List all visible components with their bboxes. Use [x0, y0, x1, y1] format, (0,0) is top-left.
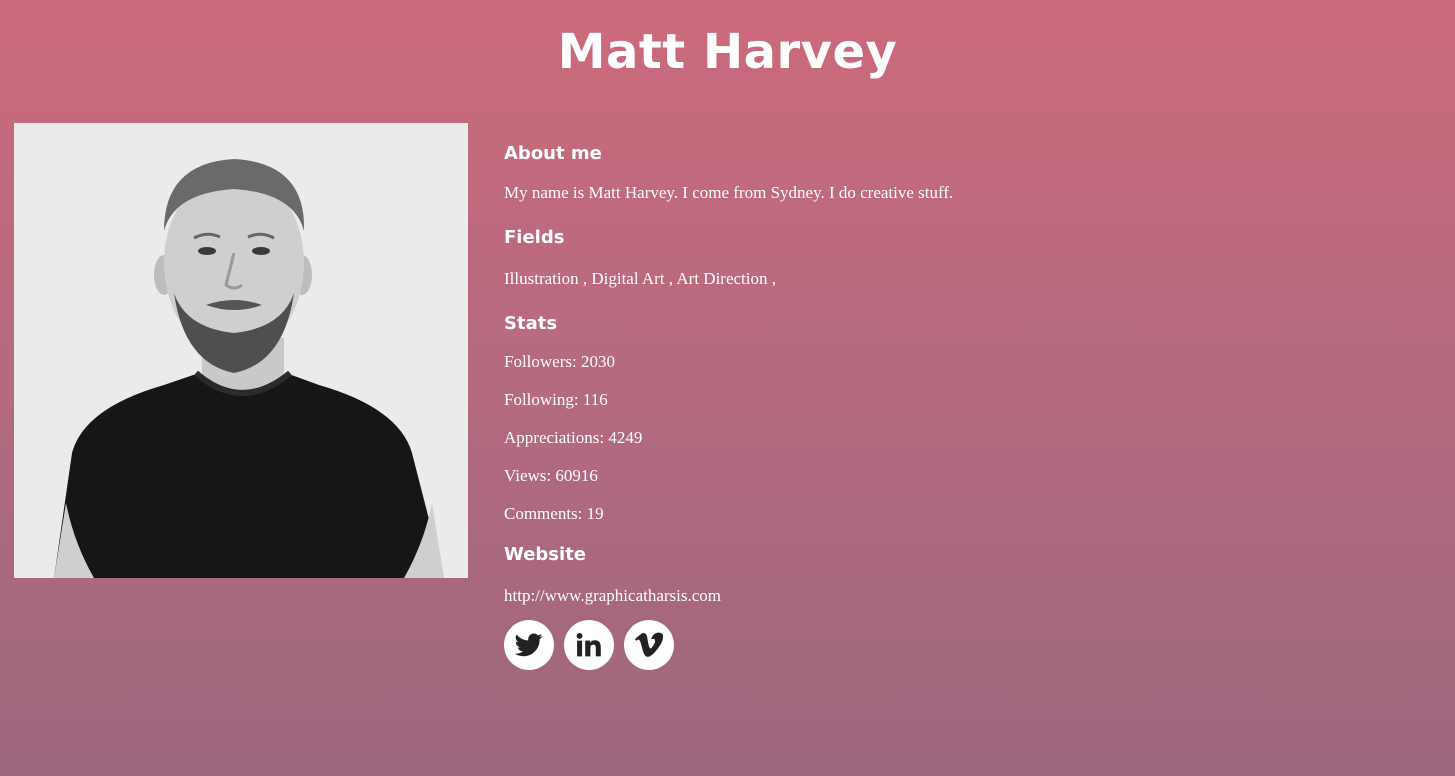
stat-appreciations: Appreciations: 4249: [504, 428, 643, 447]
field-item: Digital Art: [591, 269, 665, 288]
stat-views: Views: 60916: [504, 466, 598, 485]
website-line: http://www.graphicatharsis.com: [504, 585, 1404, 607]
twitter-icon: [515, 633, 543, 657]
twitter-button[interactable]: [504, 620, 554, 670]
stats-heading: Stats: [504, 313, 558, 334]
vimeo-button[interactable]: [624, 620, 674, 670]
profile-details: About me My name is Matt Harvey. I come …: [504, 140, 1404, 670]
field-separator: ,: [664, 269, 677, 288]
page-title: Matt Harvey: [557, 24, 898, 80]
linkedin-icon: [576, 632, 601, 657]
field-separator: ,: [767, 269, 781, 288]
field-item: Art Direction: [676, 269, 768, 288]
profile-photo: [14, 123, 468, 578]
about-heading: About me: [504, 143, 602, 164]
social-links: [504, 620, 1404, 670]
website-link[interactable]: http://www.graphicatharsis.com: [504, 586, 721, 605]
field-item: Illustration: [504, 269, 579, 288]
stat-following: Following: 116: [504, 390, 608, 409]
field-separator: ,: [578, 269, 592, 288]
linkedin-button[interactable]: [564, 620, 614, 670]
website-heading: Website: [504, 544, 587, 565]
fields-heading: Fields: [504, 227, 565, 248]
vimeo-icon: [635, 632, 663, 657]
about-text: My name is Matt Harvey. I come from Sydn…: [504, 183, 954, 202]
fields-list: Illustration , Digital Art , Art Directi…: [504, 268, 1404, 290]
stat-followers: Followers: 2030: [504, 352, 615, 371]
stat-comments: Comments: 19: [504, 504, 604, 523]
